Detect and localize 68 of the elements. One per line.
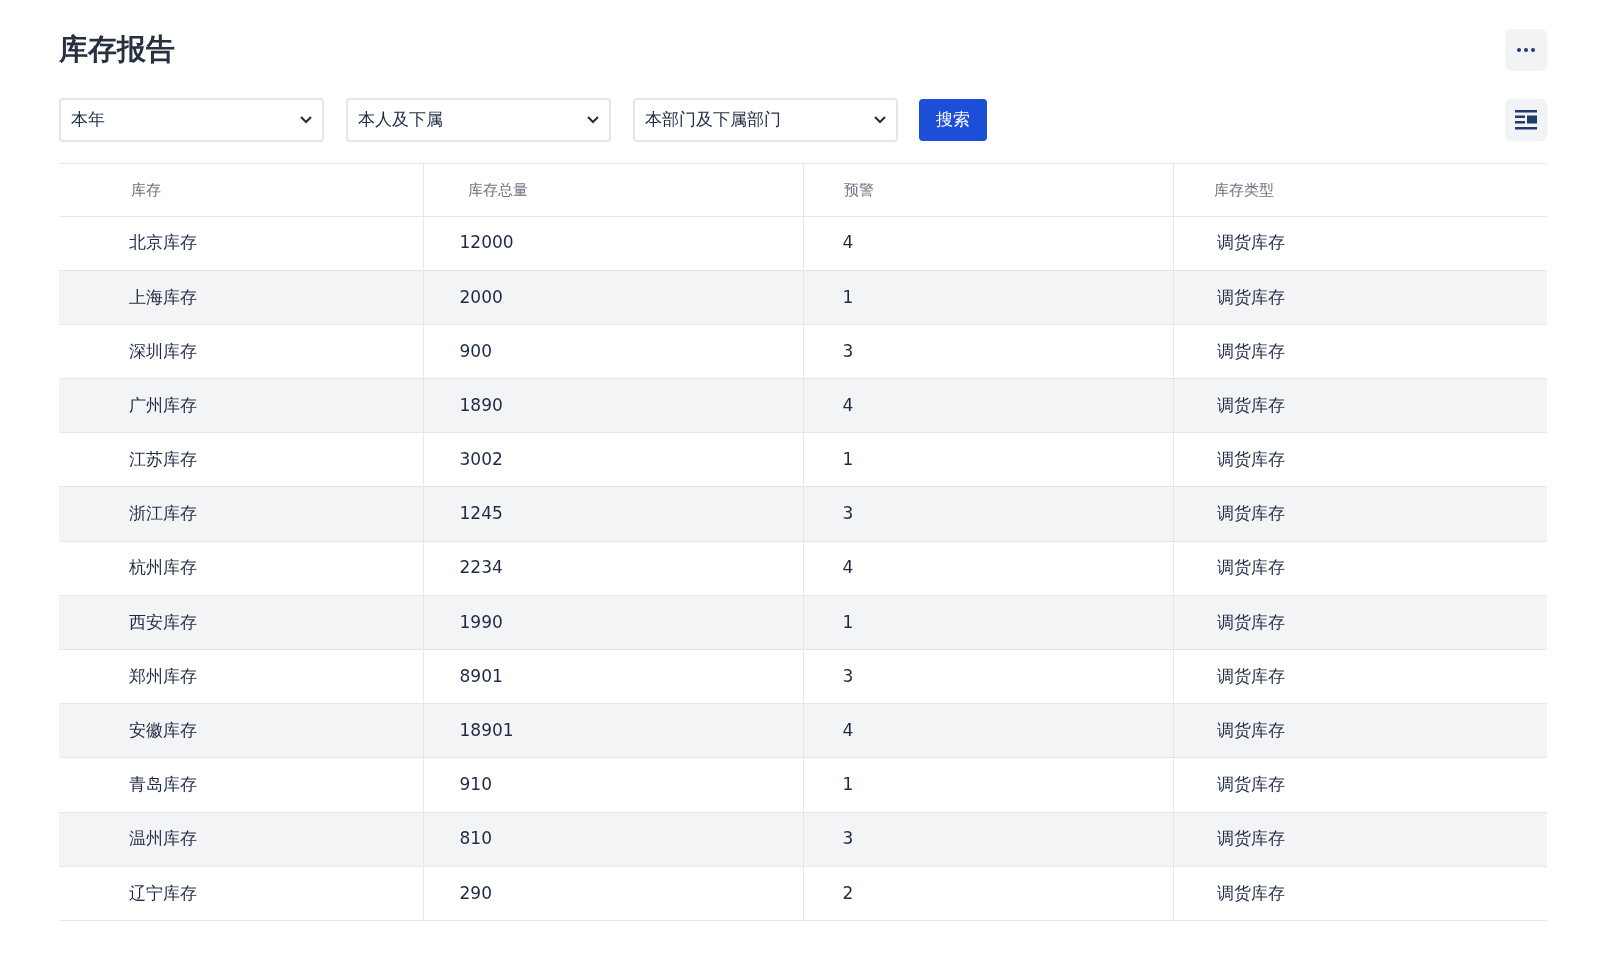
table-cell: 8901 (423, 649, 803, 704)
table-cell: 810 (423, 812, 803, 867)
table-cell: 290 (423, 866, 803, 921)
chevron-down-icon (300, 116, 312, 124)
table-cell: 3 (803, 812, 1173, 867)
chevron-down-icon (587, 116, 599, 124)
table-cell: 杭州库存 (59, 541, 423, 596)
table-cell: 3 (803, 486, 1173, 542)
table-cell: 青岛库存 (59, 757, 423, 813)
table-cell: 调货库存 (1173, 812, 1547, 867)
table-cell: 深圳库存 (59, 324, 423, 379)
table-cell: 12000 (423, 216, 803, 271)
table-cell: 调货库存 (1173, 378, 1547, 433)
table-cell: 1990 (423, 595, 803, 650)
table-cell: 调货库存 (1173, 270, 1547, 325)
table-cell: 4 (803, 703, 1173, 758)
table-cell: 上海库存 (59, 270, 423, 325)
more-icon (1516, 47, 1536, 53)
table-cell: 3002 (423, 432, 803, 487)
table-cell: 调货库存 (1173, 649, 1547, 704)
chevron-down-icon (874, 116, 886, 124)
table-cell: 910 (423, 757, 803, 813)
table-cell: 4 (803, 541, 1173, 596)
column-header: 库存类型 (1173, 164, 1547, 216)
filter-dropdown[interactable]: 本人及下属 (346, 98, 611, 142)
table-cell: 18901 (423, 703, 803, 758)
more-button[interactable] (1505, 29, 1547, 71)
filter-dropdown[interactable]: 本部门及下属部门 (633, 98, 898, 142)
table-cell: 调货库存 (1173, 432, 1547, 487)
column-header: 库存 (59, 164, 423, 216)
table-cell: 调货库存 (1173, 757, 1547, 813)
table-cell: 调货库存 (1173, 866, 1547, 921)
table-cell: 安徽库存 (59, 703, 423, 758)
table-cell: 4 (803, 216, 1173, 271)
table-cell: 1 (803, 432, 1173, 487)
table-cell: 2000 (423, 270, 803, 325)
table-cell: 1890 (423, 378, 803, 433)
table-cell: 温州库存 (59, 812, 423, 867)
table-cell: 1 (803, 270, 1173, 325)
table-cell: 郑州库存 (59, 649, 423, 704)
table-cell: 1245 (423, 486, 803, 542)
table-cell: 2234 (423, 541, 803, 596)
table-cell: 调货库存 (1173, 324, 1547, 379)
layout-icon (1515, 110, 1537, 130)
table-cell: 1 (803, 757, 1173, 813)
layout-button[interactable] (1505, 99, 1547, 141)
table-cell: 调货库存 (1173, 595, 1547, 650)
page-title: 库存报告 (59, 31, 175, 69)
table-cell: 3 (803, 324, 1173, 379)
table-cell: 3 (803, 649, 1173, 704)
table-cell: 调货库存 (1173, 486, 1547, 542)
table-cell: 北京库存 (59, 216, 423, 271)
table-cell: 1 (803, 595, 1173, 650)
table-cell: 2 (803, 866, 1173, 921)
table-cell: 调货库存 (1173, 703, 1547, 758)
table-cell: 900 (423, 324, 803, 379)
table-cell: 西安库存 (59, 595, 423, 650)
table-cell: 4 (803, 378, 1173, 433)
column-header: 库存总量 (423, 164, 803, 216)
filter-dropdown[interactable]: 本年 (59, 98, 324, 142)
search-button[interactable]: 搜索 (919, 99, 987, 141)
table-cell: 浙江库存 (59, 486, 423, 542)
table-cell: 调货库存 (1173, 216, 1547, 271)
column-header: 预警 (803, 164, 1173, 216)
table-cell: 调货库存 (1173, 541, 1547, 596)
table-cell: 辽宁库存 (59, 866, 423, 921)
table-cell: 江苏库存 (59, 432, 423, 487)
table-cell: 广州库存 (59, 378, 423, 433)
